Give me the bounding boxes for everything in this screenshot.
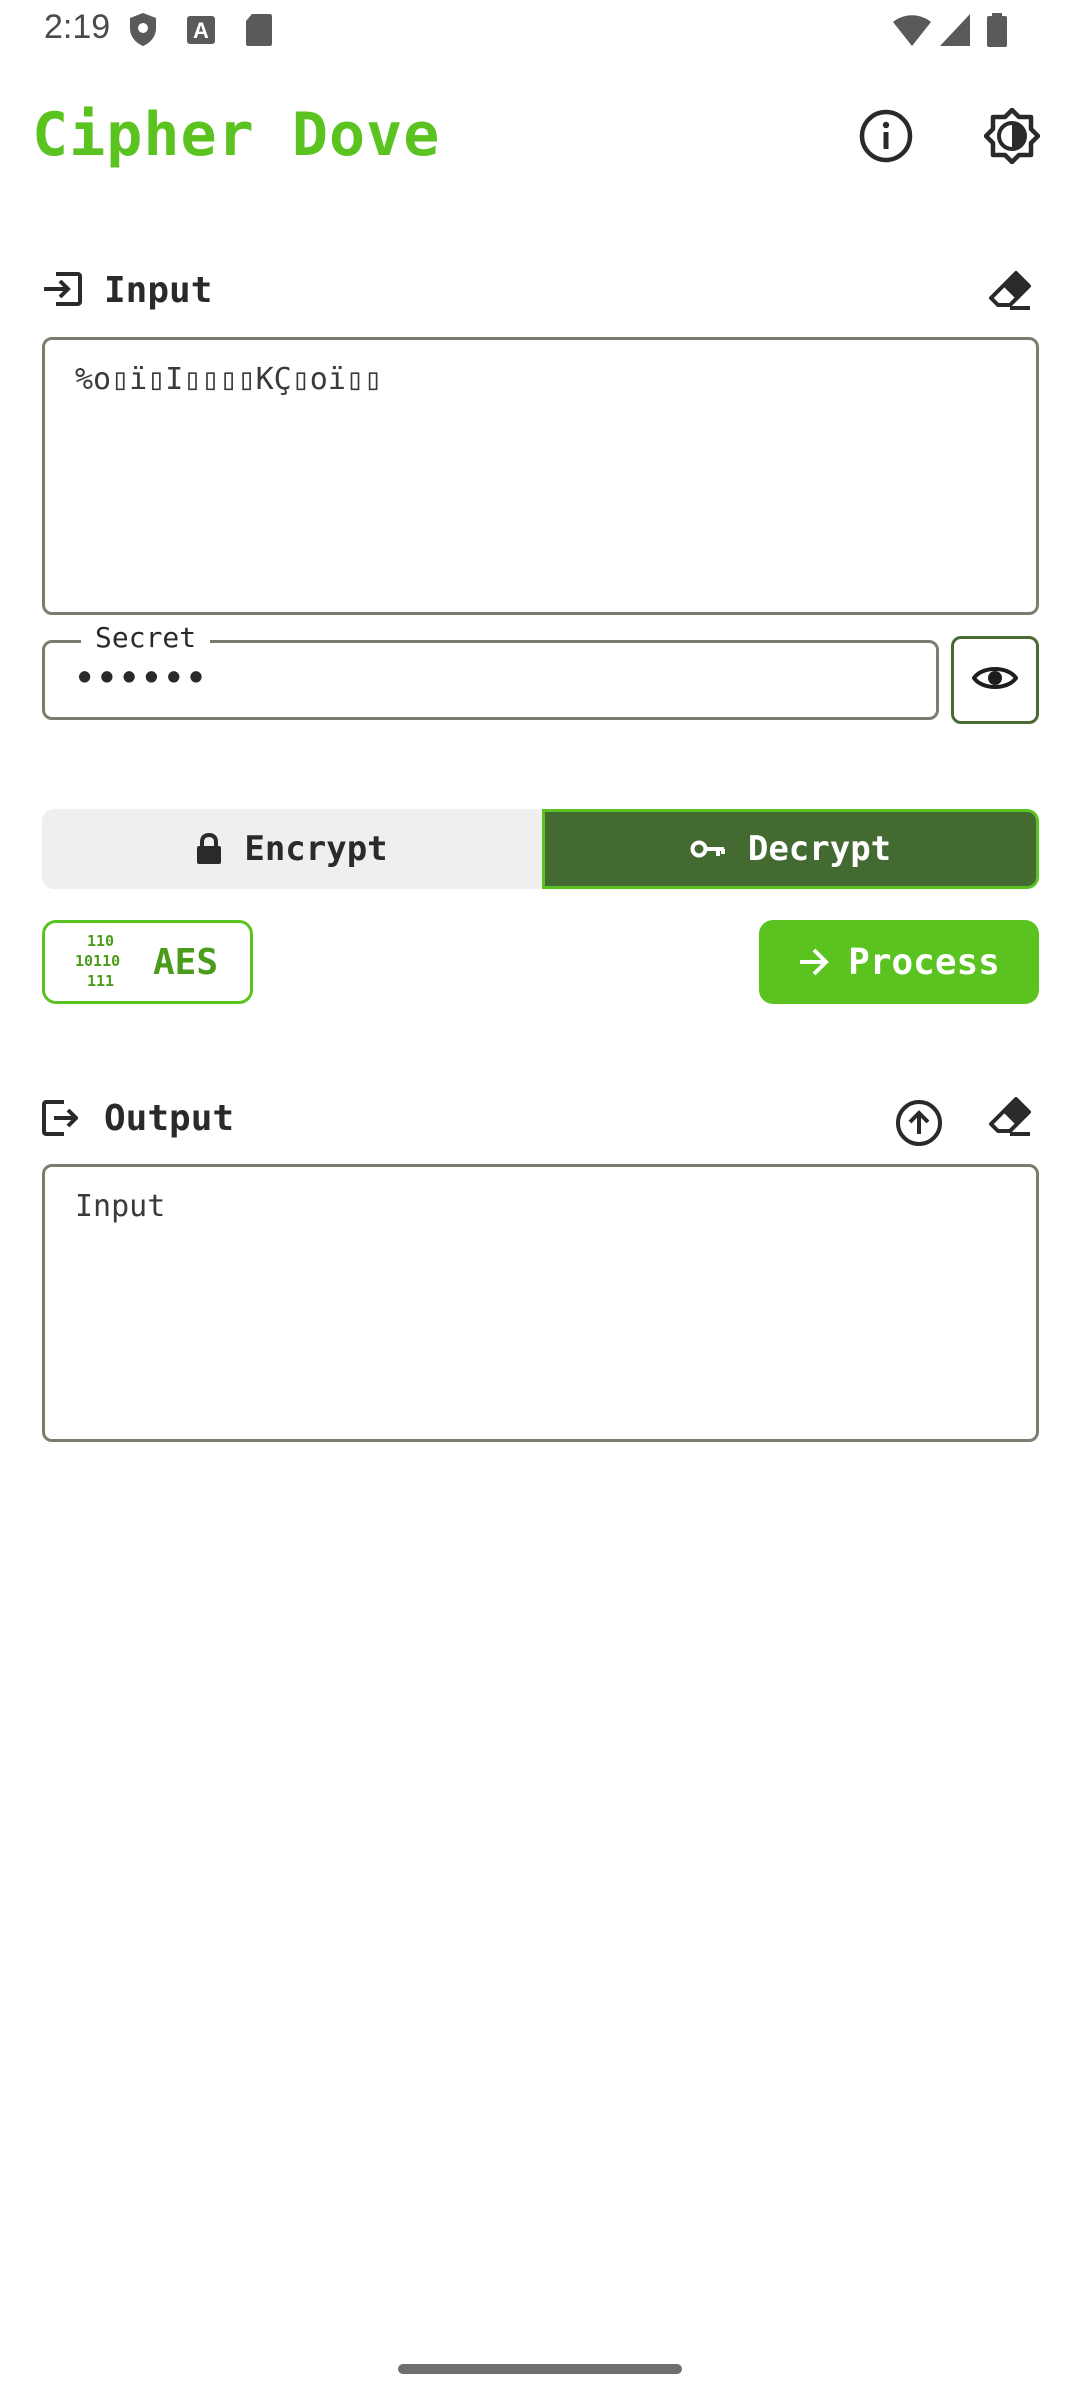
svg-text:110: 110 — [87, 932, 114, 950]
secret-field[interactable]: Secret •••••• — [42, 621, 939, 720]
algorithm-chip[interactable]: 110 10110 111 AES — [42, 920, 253, 1004]
lock-icon — [196, 833, 222, 865]
upload-icon[interactable] — [894, 1098, 944, 1148]
process-label: Process — [848, 941, 1000, 983]
signal-icon — [938, 12, 972, 48]
eraser-icon[interactable] — [988, 270, 1032, 312]
shield-icon — [128, 12, 158, 48]
input-textarea[interactable]: %o▯ï▯I▯▯▯▯KÇ▯oï▯▯ — [42, 337, 1039, 615]
app-screen: 2:19 A Cipher Dove Input %o▯ï▯I▯▯▯▯KÇ▯oï… — [0, 0, 1080, 2400]
svg-text:111: 111 — [87, 972, 114, 989]
input-header: Input — [42, 262, 1042, 322]
algorithm-label: AES — [153, 941, 219, 983]
app-title: Cipher Dove — [32, 100, 441, 170]
svg-text:A: A — [193, 18, 209, 43]
toggle-visibility-button[interactable] — [951, 636, 1039, 724]
status-time: 2:19 — [44, 8, 111, 46]
decrypt-mode-button[interactable]: Decrypt — [542, 809, 1039, 889]
encrypt-mode-button[interactable]: Encrypt — [42, 809, 542, 889]
output-icon — [42, 1100, 79, 1140]
eye-icon — [971, 663, 1019, 697]
mode-toggle: Encrypt Decrypt — [42, 809, 1039, 889]
input-label: Input — [104, 270, 213, 311]
info-icon[interactable] — [858, 108, 914, 164]
output-label: Output — [104, 1098, 235, 1139]
brightness-icon[interactable] — [984, 108, 1040, 164]
output-header: Output — [42, 1090, 1042, 1150]
binary-icon: 110 10110 111 — [73, 931, 135, 993]
home-indicator[interactable] — [398, 2364, 682, 2374]
svg-text:10110: 10110 — [75, 952, 120, 970]
battery-icon — [986, 12, 1008, 48]
wifi-icon — [892, 12, 932, 48]
arrow-right-icon — [798, 947, 830, 977]
eraser-icon[interactable] — [988, 1096, 1032, 1138]
sd-card-icon — [244, 12, 274, 48]
status-bar: 2:19 A — [0, 0, 1080, 64]
output-textarea[interactable]: Input — [42, 1164, 1039, 1442]
font-a-icon: A — [186, 12, 216, 48]
secret-value[interactable]: •••••• — [75, 659, 209, 697]
secret-label: Secret — [81, 621, 211, 654]
process-button[interactable]: Process — [759, 920, 1039, 1004]
key-icon — [690, 838, 726, 860]
encrypt-label: Encrypt — [244, 829, 388, 869]
decrypt-label: Decrypt — [747, 829, 892, 869]
input-icon — [42, 272, 82, 310]
